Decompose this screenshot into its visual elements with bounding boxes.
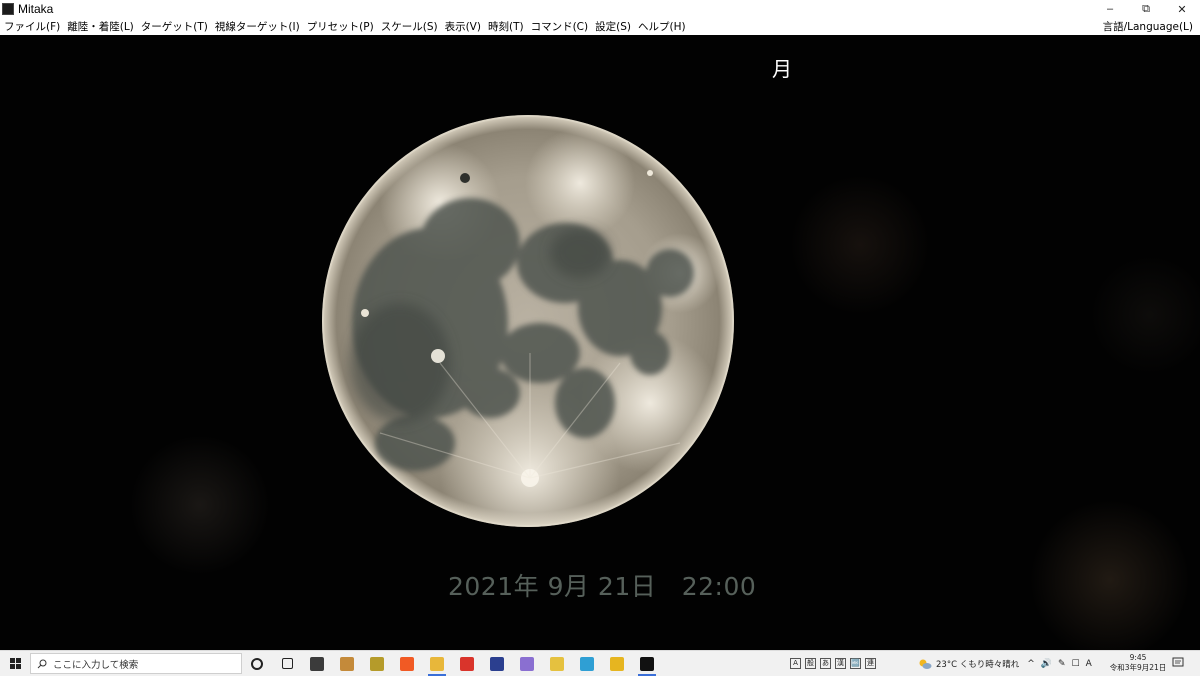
moon-image: [322, 115, 734, 527]
app-icon-3[interactable]: [362, 651, 392, 676]
search-icon: [37, 659, 47, 668]
menu-scale[interactable]: スケール(S): [377, 19, 441, 34]
space-viewport[interactable]: 月 2021年 9月 21日 22:00: [0, 35, 1200, 650]
app-icon-3-glyph: [370, 656, 384, 671]
ime-general-icon[interactable]: 般: [805, 658, 816, 669]
archive-app-icon-glyph: [340, 656, 354, 671]
ime-convert-icon[interactable]: 連: [865, 658, 876, 669]
menu-target[interactable]: ターゲット(T): [137, 19, 211, 34]
taskbar-app-icons: [242, 651, 662, 676]
restore-button[interactable]: ⧉: [1128, 0, 1164, 18]
mitaka-app-icon[interactable]: [632, 651, 662, 676]
search-placeholder: ここに入力して検索: [53, 659, 139, 671]
ime-indicator-icon[interactable]: A: [1086, 659, 1092, 669]
ime-toolbar: A 般 あ 漢 🔤 連: [790, 651, 876, 676]
file-explorer-icon[interactable]: [422, 651, 452, 676]
store-icon[interactable]: [302, 651, 332, 676]
mitaka-app-icon-glyph: [640, 656, 654, 671]
network-icon[interactable]: ☐: [1072, 659, 1080, 669]
menu-bar: ファイル(F) 離陸・着陸(L) ターゲット(T) 視線ターゲット(I) プリセ…: [0, 18, 1200, 35]
window-controls: – ⧉ ✕: [1092, 0, 1200, 18]
media-app-icon-glyph: [460, 656, 474, 671]
cortana-icon[interactable]: [242, 651, 272, 676]
weather-text[interactable]: 23°C くもり時々晴れ: [936, 658, 1019, 670]
menu-help[interactable]: ヘルプ(H): [634, 19, 689, 34]
paint-app-icon[interactable]: [572, 651, 602, 676]
notification-center-icon[interactable]: [1172, 656, 1184, 668]
store-icon-glyph: [310, 656, 324, 671]
app-icon-11-glyph: [610, 656, 624, 671]
file-explorer-icon-glyph: [430, 656, 444, 671]
simulation-datetime: 2021年 9月 21日 22:00: [448, 572, 757, 601]
ime-hiragana-icon[interactable]: あ: [820, 658, 831, 669]
calendar-app-icon[interactable]: [512, 651, 542, 676]
partly-cloudy-icon: [919, 659, 932, 669]
clock-date: 令和3年9月21日: [1109, 663, 1167, 672]
archive-app-icon[interactable]: [332, 651, 362, 676]
taskbar-clock[interactable]: 9:45 令和3年9月21日: [1108, 653, 1168, 673]
task-view-icon-glyph: [281, 658, 293, 669]
minimize-button[interactable]: –: [1092, 0, 1128, 18]
media-app-icon[interactable]: [452, 651, 482, 676]
menu-settings[interactable]: 設定(S): [591, 19, 634, 34]
windows-logo-icon: [9, 658, 21, 669]
menu-language[interactable]: 言語/Language(L): [1099, 19, 1196, 34]
title-bar: Mitaka – ⧉ ✕: [0, 0, 1200, 18]
app-icon-7[interactable]: [482, 651, 512, 676]
menu-display[interactable]: 表示(V): [441, 19, 484, 34]
taskbar-search-box[interactable]: ここに入力して検索: [30, 653, 242, 674]
app-icon-7-glyph: [490, 656, 504, 671]
menu-preset[interactable]: プリセット(P): [303, 19, 377, 34]
folder-app-icon-glyph: [550, 656, 564, 671]
window-title: Mitaka: [18, 2, 54, 16]
cortana-icon-glyph: [251, 657, 263, 670]
menu-view-target[interactable]: 視線ターゲット(I): [211, 19, 303, 34]
volume-icon[interactable]: 🔊: [1041, 659, 1052, 669]
brave-browser-icon[interactable]: [392, 651, 422, 676]
calendar-app-icon-glyph: [520, 656, 534, 671]
menu-command[interactable]: コマンド(C): [527, 19, 592, 34]
brave-browser-icon-glyph: [400, 656, 414, 671]
close-button[interactable]: ✕: [1164, 0, 1200, 18]
target-name-label: 月: [772, 57, 792, 81]
ime-mode-icon[interactable]: A: [790, 658, 801, 669]
clock-time: 9:45: [1129, 653, 1147, 662]
ime-kanji-icon[interactable]: 漢: [835, 658, 846, 669]
app-logo-icon: [2, 3, 14, 15]
ime-dictionary-icon[interactable]: 🔤: [850, 658, 861, 669]
pen-icon[interactable]: ✎: [1058, 659, 1066, 669]
start-button[interactable]: [0, 651, 30, 676]
show-hidden-icons-icon[interactable]: ^: [1027, 659, 1035, 669]
task-view-icon[interactable]: [272, 651, 302, 676]
menu-time[interactable]: 時刻(T): [484, 19, 527, 34]
paint-app-icon-glyph: [580, 656, 594, 671]
folder-app-icon[interactable]: [542, 651, 572, 676]
menu-file[interactable]: ファイル(F): [0, 19, 63, 34]
app-icon-11[interactable]: [602, 651, 632, 676]
windows-taskbar: ここに入力して検索 A 般 あ 漢 🔤 連 23°C くもり時々晴れ ^ 🔊 ✎…: [0, 650, 1200, 676]
system-tray: 23°C くもり時々晴れ ^ 🔊 ✎ ☐ A: [918, 651, 1092, 676]
menu-takeoff-landing[interactable]: 離陸・着陸(L): [63, 19, 137, 34]
